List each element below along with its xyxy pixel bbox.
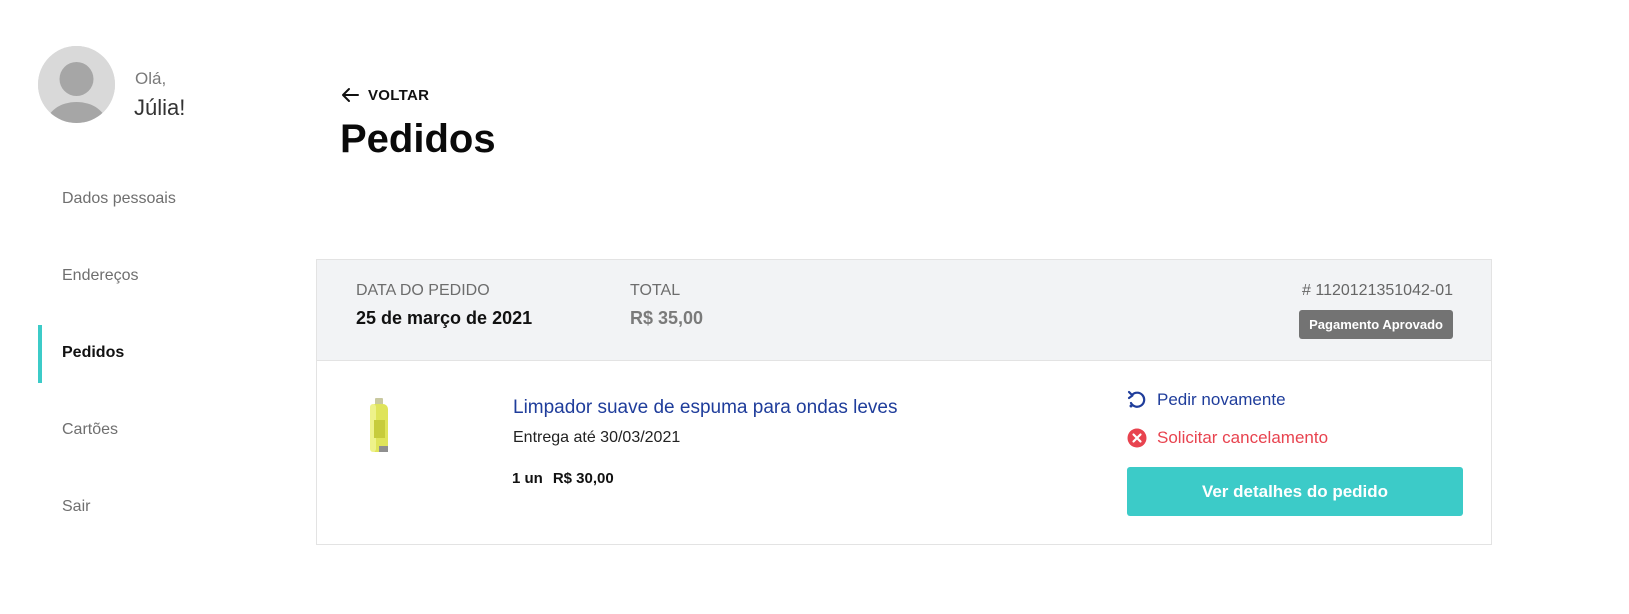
- sidebar-item-sair[interactable]: Sair: [62, 498, 90, 516]
- order-details-button[interactable]: Ver detalhes do pedido: [1127, 467, 1463, 516]
- quantity-price: 1 un R$ 30,00: [512, 470, 624, 487]
- order-date-value: 25 de março de 2021: [356, 308, 533, 328]
- avatar: [38, 46, 115, 123]
- order-total-label: TOTAL: [630, 282, 681, 299]
- reorder-label: Pedir novamente: [1157, 390, 1286, 409]
- order-card: DATA DO PEDIDO 25 de março de 2021 TOTAL…: [316, 259, 1492, 545]
- product-image[interactable]: [365, 398, 393, 454]
- order-id: # 1120121351042-01: [1302, 282, 1453, 299]
- user-avatar-icon: [38, 46, 115, 123]
- user-name: Júlia!: [134, 95, 186, 120]
- sidebar-item-enderecos[interactable]: Endereços: [62, 267, 139, 285]
- order-total-value: R$ 35,00: [630, 308, 704, 328]
- reorder-button[interactable]: Pedir novamente: [1127, 390, 1286, 410]
- sidebar-item-cartoes[interactable]: Cartões: [62, 421, 118, 439]
- page-title: Pedidos: [340, 117, 496, 161]
- back-link[interactable]: VOLTAR: [340, 85, 429, 105]
- order-header: DATA DO PEDIDO 25 de março de 2021 TOTAL…: [317, 260, 1491, 361]
- active-nav-indicator: [38, 325, 42, 383]
- back-label: VOLTAR: [368, 86, 430, 104]
- close-circle-icon: [1127, 428, 1147, 448]
- product-quantity: 1 un: [512, 470, 543, 487]
- arrow-left-icon: [342, 88, 359, 102]
- product-name-link[interactable]: Limpador suave de espuma para ondas leve…: [513, 397, 897, 419]
- cancel-label: Solicitar cancelamento: [1157, 428, 1329, 447]
- status-badge: Pagamento Aprovado: [1299, 310, 1453, 339]
- sidebar-item-dados-pessoais[interactable]: Dados pessoais: [62, 190, 176, 208]
- cancel-order-button[interactable]: Solicitar cancelamento: [1127, 428, 1328, 448]
- refresh-icon: [1127, 390, 1146, 408]
- sidebar-item-pedidos[interactable]: Pedidos: [62, 344, 124, 362]
- product-price: R$ 30,00: [552, 470, 614, 487]
- order-date-label: DATA DO PEDIDO: [356, 282, 490, 299]
- delivery-date: Entrega até 30/03/2021: [513, 429, 681, 446]
- greeting-text: Olá,: [135, 69, 167, 88]
